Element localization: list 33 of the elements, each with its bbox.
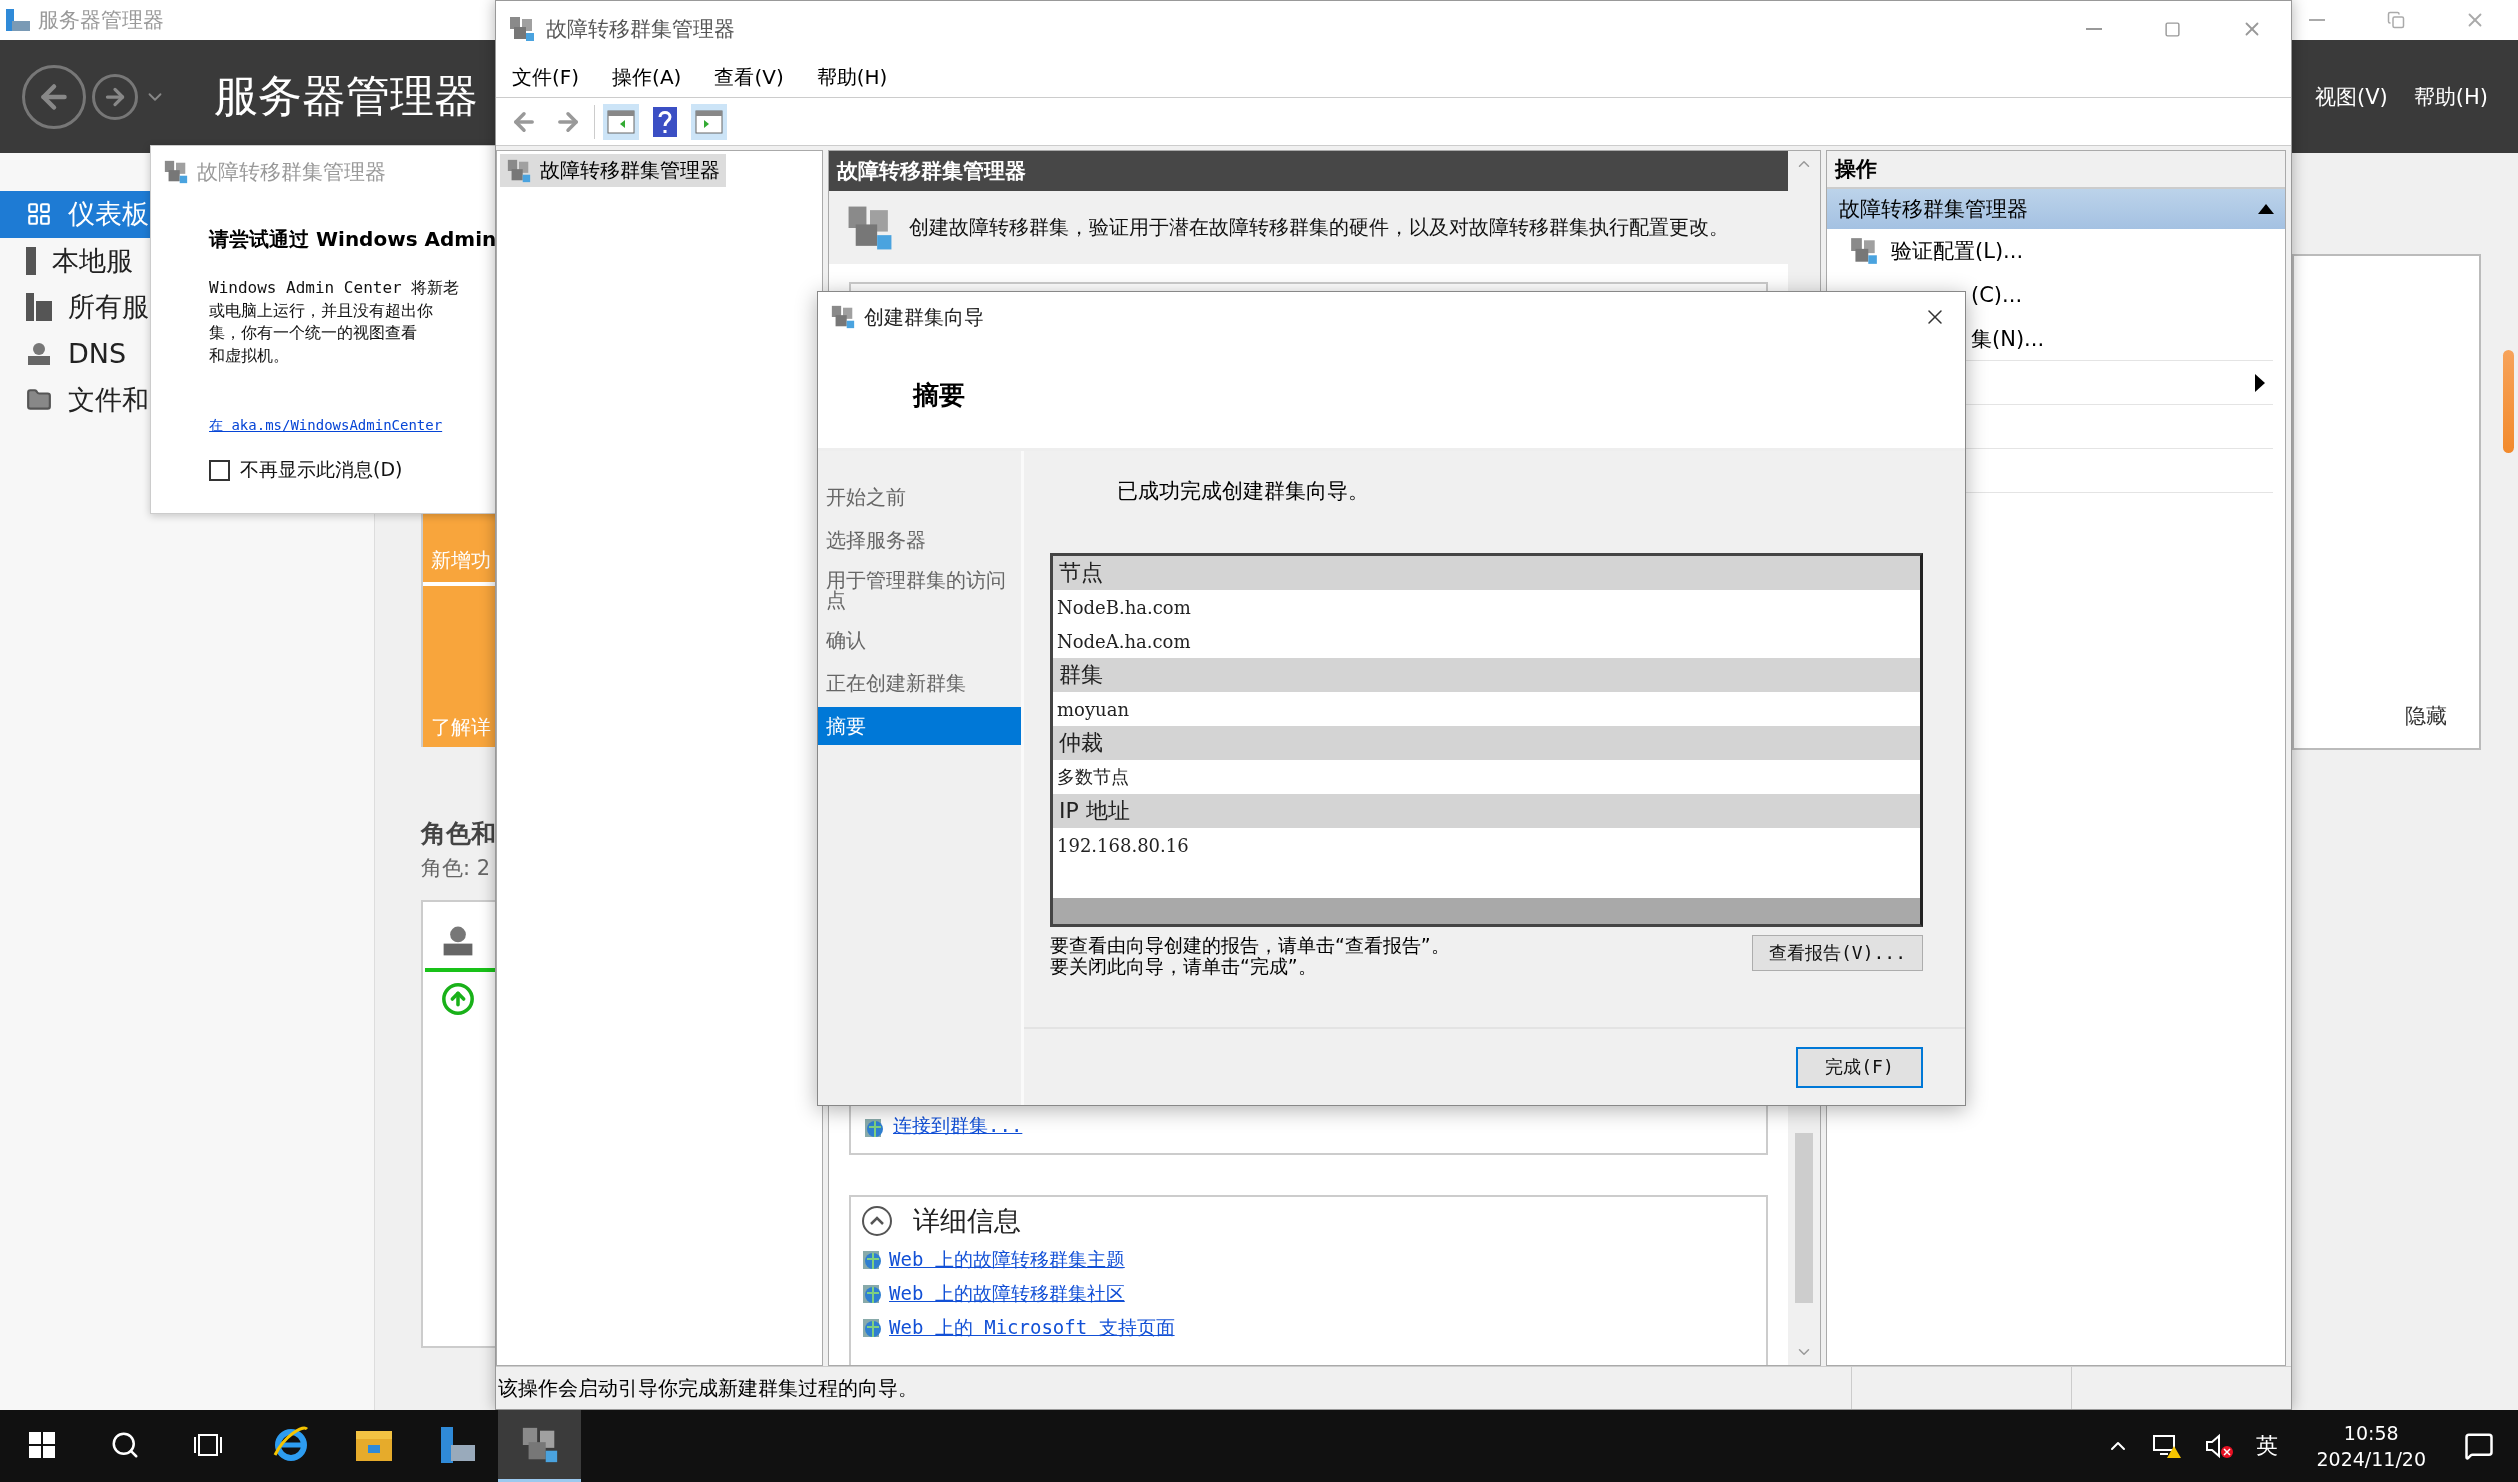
pane-header: 操作 — [1827, 151, 2285, 189]
dialog-title: 创建群集向导 — [864, 303, 984, 331]
pane-header: 故障转移群集管理器 — [829, 151, 1788, 191]
report-heading: 仲裁 — [1053, 726, 1920, 760]
page-heading: 摘要 — [913, 378, 965, 412]
body-text: 和虚拟机。 — [209, 344, 290, 367]
details-title: 详细信息 — [913, 1204, 1021, 1238]
report-heading: 节点 — [1053, 556, 1920, 590]
success-message: 已成功完成创建群集向导。 — [1117, 478, 1370, 505]
status-text: 该操作会启动引导你完成新建群集过程的向导。 — [497, 1374, 919, 1402]
notification-heading: 请尝试通过 Windows Admin — [209, 226, 498, 253]
section-title: 故障转移群集管理器 — [1839, 196, 2028, 223]
report-value: NodeB.ha.com — [1056, 595, 1192, 620]
description-text: 创建故障转移群集，验证用于潜在故障转移群集的硬件，以及对故障转移群集执行配置更改。 — [909, 214, 1729, 241]
report-heading: IP 地址 — [1053, 794, 1920, 828]
body-text: 集，你有一个统一的视图查看 — [209, 322, 418, 344]
report-value: 192.168.80.16 — [1056, 833, 1190, 858]
instruction-text: 要关闭此向导，请单击“完成”。 — [1050, 956, 1318, 977]
report-value: 多数节点 — [1056, 765, 1130, 789]
tile-title: 新增功 — [431, 547, 491, 574]
window-title: 服务器管理器 — [38, 7, 164, 34]
instruction-text: 要查看由向导创建的报告，请单击“查看报告”。 — [1050, 935, 1450, 956]
notification-title: 故障转移群集管理器 — [197, 159, 386, 186]
body-text: Windows Admin Center 将新老 — [209, 277, 461, 299]
app-title: 服务器管理器 — [214, 69, 478, 123]
roles-count: 角色: 2 — [421, 855, 491, 882]
report-value: NodeA.ha.com — [1056, 629, 1192, 654]
body-text: 或电脑上运行，并且没有超出你 — [209, 299, 434, 322]
report-heading: 群集 — [1053, 658, 1920, 692]
section-title: 角色和 — [421, 818, 496, 850]
report-value: moyuan — [1056, 697, 1130, 722]
window-title: 故障转移群集管理器 — [546, 16, 735, 43]
checkbox-label: 不再显示此消息(D) — [240, 457, 403, 482]
